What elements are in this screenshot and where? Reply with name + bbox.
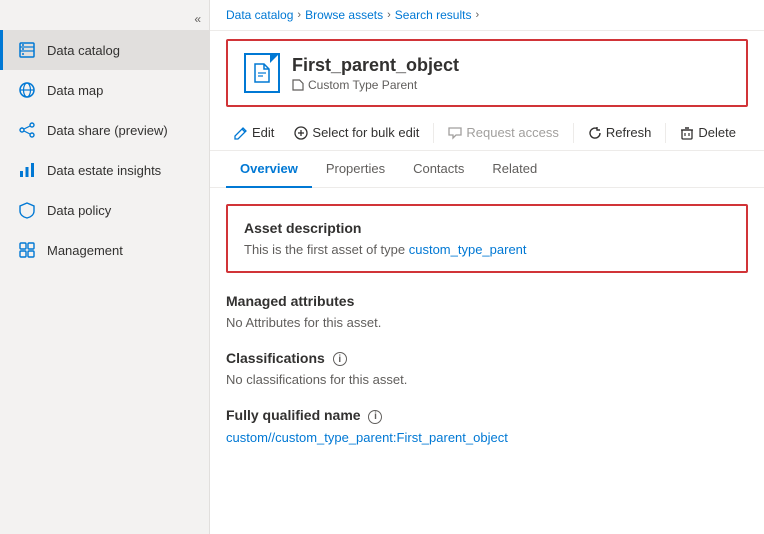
tab-contacts[interactable]: Contacts	[399, 151, 478, 188]
tabs: Overview Properties Contacts Related	[210, 151, 764, 188]
map-icon	[17, 80, 37, 100]
asset-type-icon	[244, 53, 280, 93]
tab-properties[interactable]: Properties	[312, 151, 399, 188]
chat-icon	[448, 126, 462, 140]
request-access-button[interactable]: Request access	[440, 121, 567, 144]
asset-type-icon-small	[292, 79, 304, 91]
edit-button[interactable]: Edit	[226, 121, 282, 144]
sidebar-item-label: Data estate insights	[47, 163, 161, 178]
breadcrumb-sep-3: ›	[475, 9, 479, 21]
management-icon	[17, 240, 37, 260]
sidebar-item-label: Data share (preview)	[47, 123, 168, 138]
breadcrumb-data-catalog[interactable]: Data catalog	[226, 8, 293, 22]
sidebar-item-label: Data policy	[47, 203, 111, 218]
share-icon	[17, 120, 37, 140]
sidebar-collapse-button[interactable]: «	[0, 8, 209, 30]
toolbar-separator-2	[573, 123, 574, 143]
sidebar-item-label: Management	[47, 243, 123, 258]
classifications-section: Classifications i No classifications for…	[226, 350, 748, 387]
catalog-icon	[17, 40, 37, 60]
sidebar-item-label: Data catalog	[47, 43, 120, 58]
asset-type-label: Custom Type Parent	[292, 78, 459, 92]
asset-description-title: Asset description	[244, 220, 730, 236]
classifications-empty: No classifications for this asset.	[226, 372, 748, 387]
classifications-title: Classifications i	[226, 350, 748, 366]
asset-description-text: This is the first asset of type custom_t…	[244, 242, 730, 257]
sidebar: « Data catalog Data map Data share (prev…	[0, 0, 210, 534]
sidebar-item-data-policy[interactable]: Data policy	[0, 190, 209, 230]
refresh-button[interactable]: Refresh	[580, 121, 660, 144]
delete-button[interactable]: Delete	[672, 121, 744, 144]
fully-qualified-name-section: Fully qualified name i custom//custom_ty…	[226, 407, 748, 444]
asset-title-group: First_parent_object Custom Type Parent	[292, 55, 459, 92]
toolbar-separator-1	[433, 123, 434, 143]
policy-icon	[17, 200, 37, 220]
toolbar: Edit Select for bulk edit Request access…	[210, 115, 764, 151]
sidebar-item-label: Data map	[47, 83, 103, 98]
fully-qualified-name-link[interactable]: custom//custom_type_parent:First_parent_…	[226, 430, 508, 445]
breadcrumb-search-results[interactable]: Search results	[395, 8, 472, 22]
refresh-icon	[588, 126, 602, 140]
sidebar-item-data-estate[interactable]: Data estate insights	[0, 150, 209, 190]
managed-attributes-section: Managed attributes No Attributes for thi…	[226, 293, 748, 330]
fully-qualified-name-info-icon[interactable]: i	[368, 410, 382, 424]
toolbar-separator-3	[665, 123, 666, 143]
breadcrumb-sep-1: ›	[297, 9, 301, 21]
asset-description-section: Asset description This is the first asse…	[226, 204, 748, 273]
sidebar-item-management[interactable]: Management	[0, 230, 209, 270]
delete-icon	[680, 126, 694, 140]
managed-attributes-empty: No Attributes for this asset.	[226, 315, 748, 330]
tab-related[interactable]: Related	[478, 151, 551, 188]
breadcrumb-sep-2: ›	[387, 9, 391, 21]
managed-attributes-title: Managed attributes	[226, 293, 748, 309]
tab-overview[interactable]: Overview	[226, 151, 312, 188]
main-content: Data catalog › Browse assets › Search re…	[210, 0, 764, 534]
asset-type-link[interactable]: custom_type_parent	[409, 242, 527, 257]
breadcrumb: Data catalog › Browse assets › Search re…	[210, 0, 764, 31]
edit-icon	[234, 126, 248, 140]
asset-name: First_parent_object	[292, 55, 459, 76]
insights-icon	[17, 160, 37, 180]
asset-header: First_parent_object Custom Type Parent	[226, 39, 748, 107]
sidebar-item-data-share[interactable]: Data share (preview)	[0, 110, 209, 150]
fully-qualified-name-value: custom//custom_type_parent:First_parent_…	[226, 430, 748, 445]
classifications-info-icon[interactable]: i	[333, 352, 347, 366]
sidebar-item-data-catalog[interactable]: Data catalog	[0, 30, 209, 70]
fully-qualified-name-title: Fully qualified name i	[226, 407, 748, 423]
bulk-edit-button[interactable]: Select for bulk edit	[286, 121, 427, 144]
content-area: Asset description This is the first asse…	[210, 188, 764, 534]
breadcrumb-browse-assets[interactable]: Browse assets	[305, 8, 383, 22]
plus-circle-icon	[294, 126, 308, 140]
sidebar-item-data-map[interactable]: Data map	[0, 70, 209, 110]
